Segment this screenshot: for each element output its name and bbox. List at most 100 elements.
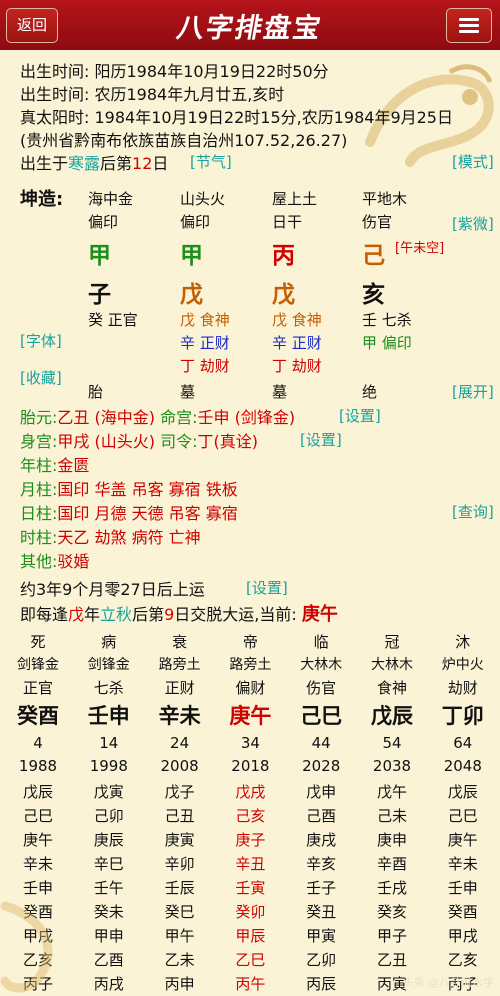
liunian-cell[interactable]: 庚寅 — [146, 829, 214, 850]
dayun-nayin: 大林木 — [300, 657, 343, 673]
dayun-ganzhi[interactable]: 己巳 — [287, 700, 355, 730]
liunian-cell[interactable]: 癸亥 — [358, 901, 426, 922]
pillar-zhi: 子 — [88, 282, 111, 308]
query-link[interactable]: [查询] — [452, 501, 494, 522]
dayun-zhangsheng: 沐 — [455, 633, 471, 651]
liunian-cell[interactable]: 壬辰 — [146, 877, 214, 898]
liunian-cell[interactable]: 乙丑 — [358, 949, 426, 970]
hidden-stem: 丁 劫财 — [272, 357, 322, 375]
true-solar-time: 真太阳时: 1984年10月19日22时15分,农历1984年9月25日 — [20, 108, 453, 127]
menu-button[interactable] — [446, 8, 492, 43]
pillar-zhangsheng: 绝 — [362, 383, 378, 401]
liunian-cell[interactable]: 辛未 — [429, 853, 497, 874]
liunian-cell[interactable]: 辛丑 — [216, 853, 284, 874]
pillar-shishen: 偏印 — [88, 213, 119, 231]
liunian-cell[interactable]: 辛未 — [4, 853, 72, 874]
liunian-cell[interactable]: 壬申 — [429, 877, 497, 898]
pillar-zhangsheng: 墓 — [180, 383, 196, 401]
liunian-cell[interactable]: 戊戌 — [216, 781, 284, 802]
pillar-zhi: 戊 — [272, 282, 295, 308]
liunian-cell[interactable]: 癸巳 — [146, 901, 214, 922]
liunian-cell[interactable]: 癸卯 — [216, 901, 284, 922]
liunian-cell[interactable]: 癸酉 — [429, 901, 497, 922]
liunian-cell[interactable]: 壬寅 — [216, 877, 284, 898]
liunian-cell[interactable]: 戊申 — [287, 781, 355, 802]
liunian-cell[interactable]: 甲戌 — [429, 925, 497, 946]
dayun-ganzhi[interactable]: 癸酉 — [4, 700, 72, 730]
dayun-age: 4 — [33, 734, 43, 752]
liunian-cell[interactable]: 丙午 — [216, 973, 284, 994]
collect-link[interactable]: [收藏] — [20, 367, 62, 388]
liunian-cell[interactable]: 辛巳 — [75, 853, 143, 874]
dayun-ganzhi[interactable]: 戊辰 — [358, 700, 426, 730]
liunian-cell[interactable]: 甲午 — [146, 925, 214, 946]
dayun-ganzhi[interactable]: 辛未 — [146, 700, 214, 730]
liunian-cell[interactable]: 壬戌 — [358, 877, 426, 898]
dayun-shishen: 七杀 — [93, 679, 124, 697]
liunian-cell[interactable]: 庚午 — [429, 829, 497, 850]
liunian-cell[interactable]: 乙未 — [146, 949, 214, 970]
font-link[interactable]: [字体] — [20, 330, 62, 351]
menu-icon-bar — [459, 30, 479, 33]
set-siling-link[interactable]: [设置] — [300, 429, 342, 450]
liunian-cell[interactable]: 戊午 — [358, 781, 426, 802]
liunian-cell[interactable]: 辛亥 — [287, 853, 355, 874]
top-bar: 返回 八字排盘宝 — [0, 0, 500, 50]
liunian-cell[interactable]: 庚午 — [4, 829, 72, 850]
liunian-cell[interactable]: 辛卯 — [146, 853, 214, 874]
liunian-cell[interactable]: 戊辰 — [429, 781, 497, 802]
expand-link[interactable]: [展开] — [452, 381, 494, 402]
liunian-cell[interactable]: 己巳 — [429, 805, 497, 826]
pillar-gan: 丙 — [272, 243, 295, 269]
nianzhu-row: 年柱:金匮 — [20, 456, 90, 475]
set-dayun-link[interactable]: [设置] — [246, 577, 288, 598]
hidden-stem: 丁 劫财 — [180, 357, 230, 375]
back-button[interactable]: 返回 — [6, 8, 58, 43]
liunian-cell[interactable]: 戊子 — [146, 781, 214, 802]
dayun-age: 44 — [311, 734, 331, 752]
liunian-cell[interactable]: 乙巳 — [216, 949, 284, 970]
dayun-ganzhi[interactable]: 丁卯 — [429, 700, 497, 730]
dayun-shishen: 伤官 — [306, 679, 337, 697]
mode-link[interactable]: [模式] — [452, 151, 494, 172]
liunian-cell[interactable]: 戊寅 — [75, 781, 143, 802]
pillar-gan: 甲 — [180, 243, 203, 269]
dayun-nayin: 大林木 — [371, 657, 413, 673]
liunian-cell[interactable]: 庚子 — [216, 829, 284, 850]
liunian-cell[interactable]: 己巳 — [4, 805, 72, 826]
liunian-cell[interactable]: 乙卯 — [287, 949, 355, 970]
hidden-stem: 癸 正官 — [88, 311, 138, 329]
dayun-shishen: 正财 — [164, 679, 195, 697]
liunian-cell[interactable]: 丙申 — [146, 973, 214, 994]
liunian-cell[interactable]: 庚戌 — [287, 829, 355, 850]
jieqi-link[interactable]: [节气] — [190, 151, 232, 172]
liunian-cell[interactable]: 己亥 — [216, 805, 284, 826]
kunzao-label: 坤造: — [20, 189, 64, 210]
liunian-cell[interactable]: 庚辰 — [75, 829, 143, 850]
liunian-cell[interactable]: 丙辰 — [287, 973, 355, 994]
liunian-cell[interactable]: 甲辰 — [216, 925, 284, 946]
liunian-cell[interactable]: 乙亥 — [429, 949, 497, 970]
pillar-shishen: 日干 — [272, 213, 303, 231]
dayun-year: 2048 — [443, 757, 482, 775]
dayun-zhangsheng: 死 — [30, 633, 46, 651]
dayun-shishen: 偏财 — [235, 679, 266, 697]
dayun-ganzhi[interactable]: 庚午 — [216, 700, 284, 730]
liunian-cell[interactable]: 甲子 — [358, 925, 426, 946]
set-minggong-link[interactable]: [设置] — [339, 405, 381, 426]
liunian-cell[interactable]: 己酉 — [287, 805, 355, 826]
liunian-cell[interactable]: 己卯 — [75, 805, 143, 826]
liunian-cell[interactable]: 癸丑 — [287, 901, 355, 922]
liunian-cell[interactable]: 戊辰 — [4, 781, 72, 802]
liunian-cell[interactable]: 甲寅 — [287, 925, 355, 946]
ziwei-link[interactable]: [紫微] — [452, 213, 494, 234]
liunian-cell[interactable]: 辛酉 — [358, 853, 426, 874]
dayun-age: 54 — [382, 734, 402, 752]
dayun-ganzhi[interactable]: 壬申 — [75, 700, 143, 730]
liunian-cell[interactable]: 壬子 — [287, 877, 355, 898]
liunian-cell[interactable]: 庚申 — [358, 829, 426, 850]
pillar-zhangsheng: 胎 — [88, 383, 104, 401]
liunian-cell[interactable]: 己丑 — [146, 805, 214, 826]
rizhu-row: 日柱:国印 月德 天德 吊客 寡宿 — [20, 504, 238, 523]
liunian-cell[interactable]: 己未 — [358, 805, 426, 826]
